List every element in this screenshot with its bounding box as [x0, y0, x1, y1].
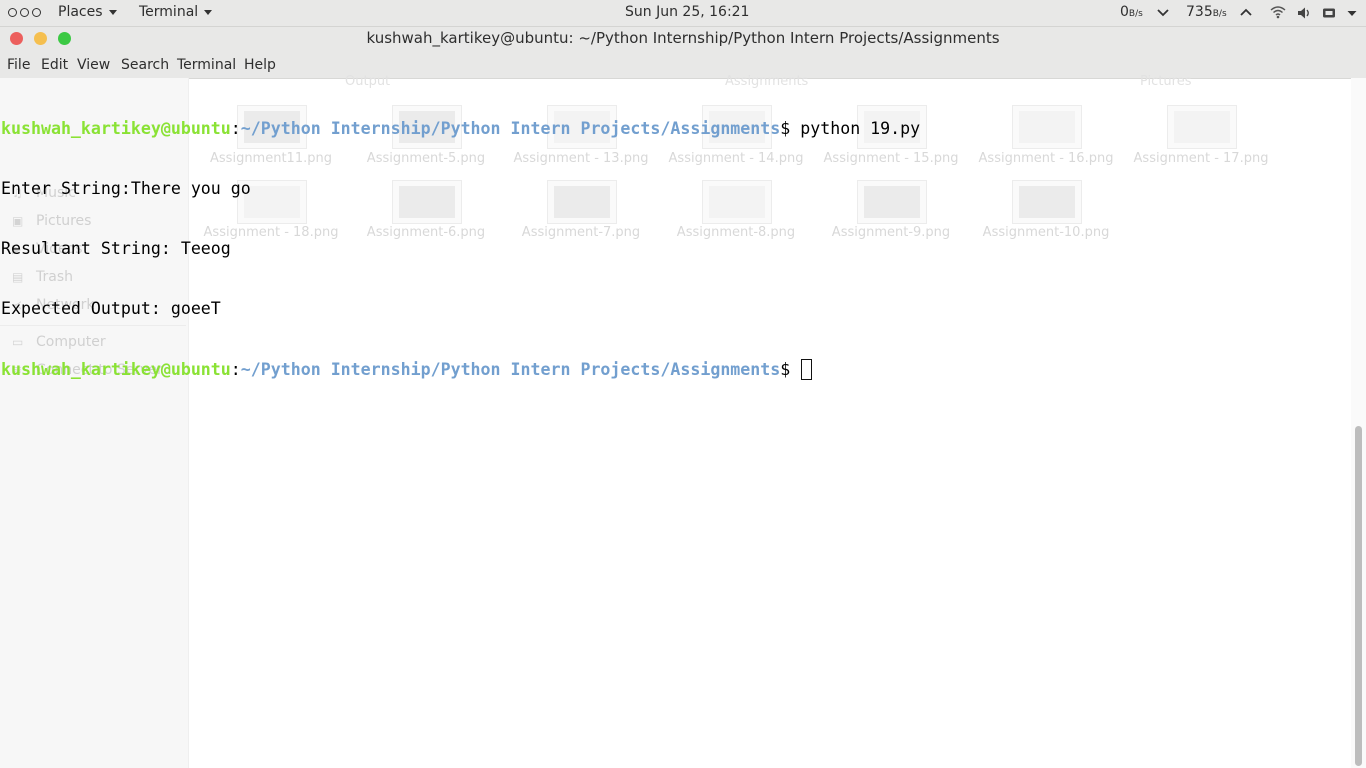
terminal-line: Resultant String: Teeog	[1, 239, 231, 258]
prompt-symbol: $	[780, 119, 801, 138]
window-title: kushwah_kartikey@ubuntu: ~/Python Intern…	[366, 29, 1000, 47]
command-text: python 19.py	[800, 119, 921, 138]
terminal-line: kushwah_kartikey@ubuntu:~/Python Interns…	[1, 119, 1350, 139]
menu-help[interactable]: Help	[244, 57, 276, 73]
caret-down-icon	[108, 9, 117, 15]
clock[interactable]: Sun Jun 25, 16:21	[625, 0, 749, 26]
terminal-line: Enter String:There you go	[1, 179, 251, 198]
battery-icon[interactable]	[1322, 0, 1336, 26]
chevron-up-icon[interactable]	[1239, 0, 1253, 26]
terminal-output[interactable]: kushwah_kartikey@ubuntu:~/Python Interns…	[1, 79, 1350, 399]
app-menu[interactable]: Terminal	[139, 0, 213, 26]
menu-edit[interactable]: Edit	[41, 57, 68, 73]
net-down-value: 0	[1120, 4, 1129, 20]
prompt-separator: :	[230, 119, 241, 138]
net-up-unit: B/s	[1212, 9, 1227, 19]
prompt-path: ~/Python Internship/Python Intern Projec…	[240, 119, 781, 138]
menu-search[interactable]: Search	[121, 57, 169, 73]
terminal-line: Expected Output: goeeT	[1, 299, 221, 318]
system-menu-caret-down-icon[interactable]	[1347, 0, 1357, 26]
net-up-indicator: 735B/s	[1186, 0, 1227, 26]
prompt-symbol: $	[780, 360, 801, 379]
menu-file[interactable]: File	[7, 57, 30, 73]
net-down-unit: B/s	[1128, 9, 1143, 19]
wifi-icon[interactable]	[1270, 0, 1286, 26]
top-panel: Places Terminal Sun Jun 25, 16:21 0B/s 7…	[0, 0, 1366, 27]
prompt-user: kushwah_kartikey@ubuntu	[1, 119, 231, 138]
net-up-value: 735	[1186, 4, 1213, 20]
caret-down-icon	[204, 9, 213, 15]
app-menu-label: Terminal	[139, 4, 199, 20]
terminal-cursor[interactable]	[801, 359, 813, 380]
net-down-indicator: 0B/s	[1120, 0, 1143, 26]
places-menu[interactable]: Places	[58, 0, 117, 26]
activities-three-dots-icon[interactable]	[8, 8, 41, 18]
chevron-down-icon[interactable]	[1156, 0, 1170, 26]
prompt-user: kushwah_kartikey@ubuntu	[1, 360, 231, 379]
terminal-line: kushwah_kartikey@ubuntu:~/Python Interns…	[1, 359, 1350, 380]
menu-terminal[interactable]: Terminal	[177, 57, 236, 73]
volume-icon[interactable]	[1297, 0, 1311, 26]
prompt-separator: :	[230, 360, 241, 379]
menu-view[interactable]: View	[77, 57, 110, 73]
prompt-path: ~/Python Internship/Python Intern Projec…	[240, 360, 781, 379]
places-label: Places	[58, 4, 103, 20]
terminal-scrollbar-thumb[interactable]	[1355, 426, 1362, 766]
